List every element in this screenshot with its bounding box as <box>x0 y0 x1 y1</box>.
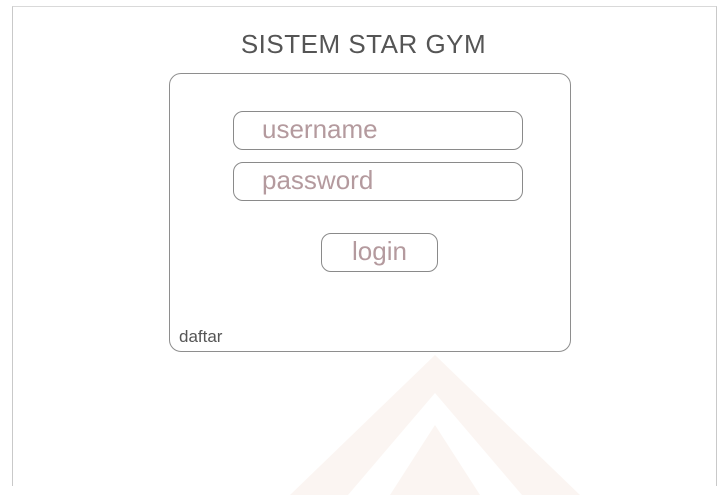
page-title: SISTEM STAR GYM <box>240 29 487 59</box>
register-link[interactable]: daftar <box>179 327 222 347</box>
login-card: login daftar <box>169 73 571 352</box>
watermark-logo <box>290 355 580 495</box>
username-input[interactable] <box>233 111 523 150</box>
login-button[interactable]: login <box>321 233 438 272</box>
password-input[interactable] <box>233 162 523 201</box>
